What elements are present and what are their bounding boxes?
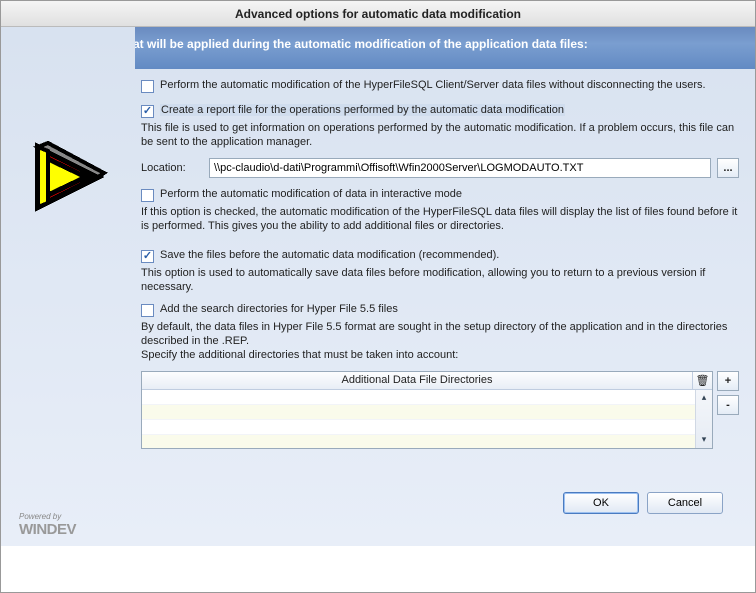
desc-interactive-mode: If this option is checked, the automatic… (141, 205, 739, 234)
location-label: Location: (141, 162, 203, 174)
window-title: Advanced options for automatic data modi… (235, 7, 521, 21)
label-hf55-dirs: Add the search directories for Hyper Fil… (160, 303, 398, 315)
checkbox-cs-nodisconnect[interactable] (141, 80, 154, 93)
content: Select the options that will be applied … (135, 27, 755, 546)
table-row[interactable] (142, 390, 712, 405)
scroll-up-icon[interactable]: ▴ (696, 390, 712, 406)
scroll-down-icon[interactable]: ▾ (696, 432, 712, 448)
dialog-buttons: OK Cancel (563, 492, 723, 514)
app-logo-icon (18, 127, 118, 227)
table-row[interactable] (142, 435, 712, 448)
checkbox-save-before[interactable] (141, 250, 154, 263)
table-scrollbar[interactable]: ▴ ▾ (695, 390, 712, 448)
label-interactive-mode: Perform the automatic modification of da… (160, 188, 462, 200)
label-cs-nodisconnect: Perform the automatic modification of th… (160, 79, 706, 91)
desc-save-before: This option is used to automatically sav… (141, 266, 739, 295)
table-header: Additional Data File Directories (142, 374, 692, 386)
powered-by: Powered by WINDEV (7, 513, 129, 538)
cancel-button[interactable]: Cancel (647, 492, 723, 514)
desc-hf55-dirs: By default, the data files in Hyper File… (141, 320, 739, 363)
desc-create-report: This file is used to get information on … (141, 121, 739, 150)
ok-button[interactable]: OK (563, 492, 639, 514)
add-directory-button[interactable]: + (717, 371, 739, 391)
table-row[interactable] (142, 405, 712, 420)
delete-column-icon[interactable]: 🗑 (692, 372, 712, 389)
window-titlebar: Advanced options for automatic data modi… (1, 1, 755, 27)
label-save-before: Save the files before the automatic data… (160, 249, 499, 261)
checkbox-create-report[interactable] (141, 105, 154, 118)
checkbox-hf55-dirs[interactable] (141, 304, 154, 317)
label-create-report: Create a report file for the operations … (160, 104, 565, 116)
table-row[interactable] (142, 420, 712, 435)
browse-button[interactable]: ... (717, 158, 739, 178)
directories-table: Additional Data File Directories 🗑 ▴ ▾ (141, 371, 713, 449)
header-text: Select the options that will be applied … (135, 27, 755, 69)
main-area: Powered by WINDEV Select the options tha… (1, 27, 755, 546)
checkbox-interactive-mode[interactable] (141, 189, 154, 202)
remove-directory-button[interactable]: - (717, 395, 739, 415)
sidebar: Powered by WINDEV (1, 27, 135, 546)
location-input[interactable] (209, 158, 711, 178)
